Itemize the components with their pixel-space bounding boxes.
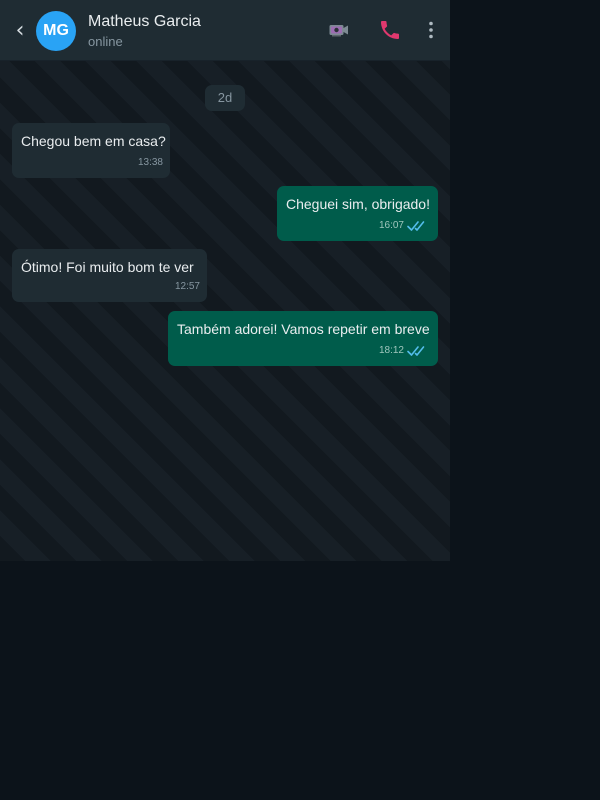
voice-call-button[interactable] [378,18,402,42]
message-text: Cheguei sim, obrigado! [286,196,430,212]
message-text: Ótimo! Foi muito bom te ver [21,259,194,275]
message-time: 13:38 [137,157,163,168]
back-button[interactable]: ‹ [10,17,30,45]
message-time: 12:57 [174,281,200,292]
message-text: Também adorei! Vamos repetir em breve [177,321,430,337]
chat-area[interactable]: 2d Chegou bem em casa? 13:38 Cheguei sim… [0,61,450,561]
chat-header: ‹ MG Matheus Garcia online [0,0,450,61]
message-meta: 12:57 [175,280,200,294]
message-bubble-incoming[interactable]: Ótimo! Foi muito bom te ver 12:57 [12,249,207,302]
back-arrow-icon: ‹ [15,18,25,43]
more-vertical-icon [429,21,433,39]
message-bubble-outgoing[interactable]: Também adorei! Vamos repetir em breve 18… [168,311,438,366]
message-bubble-outgoing[interactable]: Cheguei sim, obrigado! 16:07 [277,186,438,241]
contact-name[interactable]: Matheus Garcia [88,12,201,32]
message-text: Chegou bem em casa? [21,133,166,149]
video-camera-icon [329,25,348,37]
avatar-initials: MG [43,22,69,39]
chat-app: ‹ MG Matheus Garcia online 2d Chegou bem… [0,0,450,561]
message-meta: 18:12 [379,344,431,358]
message-bubble-incoming[interactable]: Chegou bem em casa? 13:38 [12,123,170,178]
read-receipt-icon [407,346,425,356]
message-meta: 16:07 [379,219,431,233]
message-meta: 13:38 [138,156,163,170]
read-receipt-icon [407,221,425,231]
menu-button[interactable] [419,18,443,42]
contact-status: online [88,34,123,49]
avatar[interactable]: MG [36,11,76,51]
message-time: 18:12 [378,345,404,356]
date-divider: 2d [205,85,245,111]
message-time: 16:07 [378,220,404,231]
video-call-button[interactable] [327,18,351,42]
phone-call-icon [381,21,399,39]
